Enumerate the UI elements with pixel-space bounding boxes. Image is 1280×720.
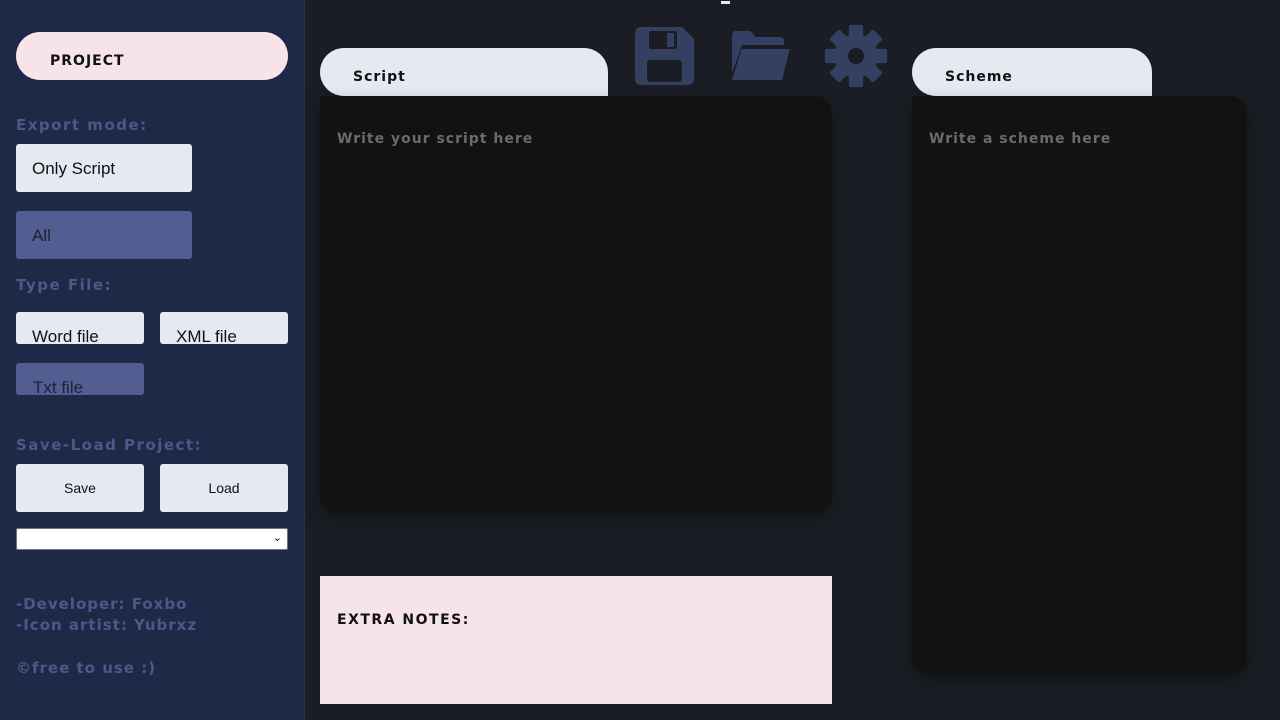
xml-file-button[interactable]: XML file <box>160 312 288 346</box>
developer-credit: -Developer: Foxbo <box>16 595 188 613</box>
project-select[interactable]: ⌄ <box>16 528 288 550</box>
save-project-button[interactable]: Save <box>16 464 144 512</box>
top-indicator <box>721 1 730 4</box>
project-pill: PROJECT <box>16 32 288 80</box>
export-only-script-button[interactable]: Only Script <box>16 144 192 192</box>
txt-file-label: Txt file <box>33 378 84 395</box>
export-only-script-label: Only Script <box>32 159 116 178</box>
load-project-button[interactable]: Load <box>160 464 288 512</box>
scheme-tab-label: Scheme <box>945 69 1013 85</box>
word-file-button[interactable]: Word file <box>16 312 144 346</box>
export-all-button[interactable]: All <box>16 211 192 259</box>
scheme-placeholder: Write a scheme here <box>929 131 1112 147</box>
xml-file-label: XML file <box>176 327 237 346</box>
script-tab-label: Script <box>353 69 406 85</box>
extra-notes-area[interactable]: EXTRA NOTES: <box>320 576 832 704</box>
txt-file-button[interactable]: Txt file <box>16 363 144 395</box>
open-folder-icon[interactable] <box>730 31 791 81</box>
save-load-label: Save-Load Project: <box>16 436 203 454</box>
export-all-label: All <box>32 226 51 245</box>
save-disk-icon[interactable] <box>635 27 694 85</box>
project-label: PROJECT <box>50 53 125 69</box>
icon-artist-credit: -Icon artist: Yubrxz <box>16 616 198 634</box>
sidebar: PROJECT Export mode: Only Script All Typ… <box>0 0 305 720</box>
load-label: Load <box>208 480 240 496</box>
script-placeholder: Write your script here <box>337 131 534 147</box>
export-mode-label: Export mode: <box>16 116 148 134</box>
save-label: Save <box>64 480 96 496</box>
extra-notes-label: EXTRA NOTES: <box>337 612 470 628</box>
scheme-tab: Scheme <box>912 48 1152 96</box>
word-file-label: Word file <box>32 327 99 346</box>
script-editor[interactable]: Write your script here <box>320 96 832 512</box>
scheme-editor[interactable]: Write a scheme here <box>912 96 1247 674</box>
script-tab: Script <box>320 48 608 96</box>
settings-gear-icon[interactable] <box>825 25 887 87</box>
chevron-down-icon: ⌄ <box>272 531 282 544</box>
type-file-label: Type File: <box>16 276 113 294</box>
license-text: ©free to use :) <box>16 659 157 677</box>
